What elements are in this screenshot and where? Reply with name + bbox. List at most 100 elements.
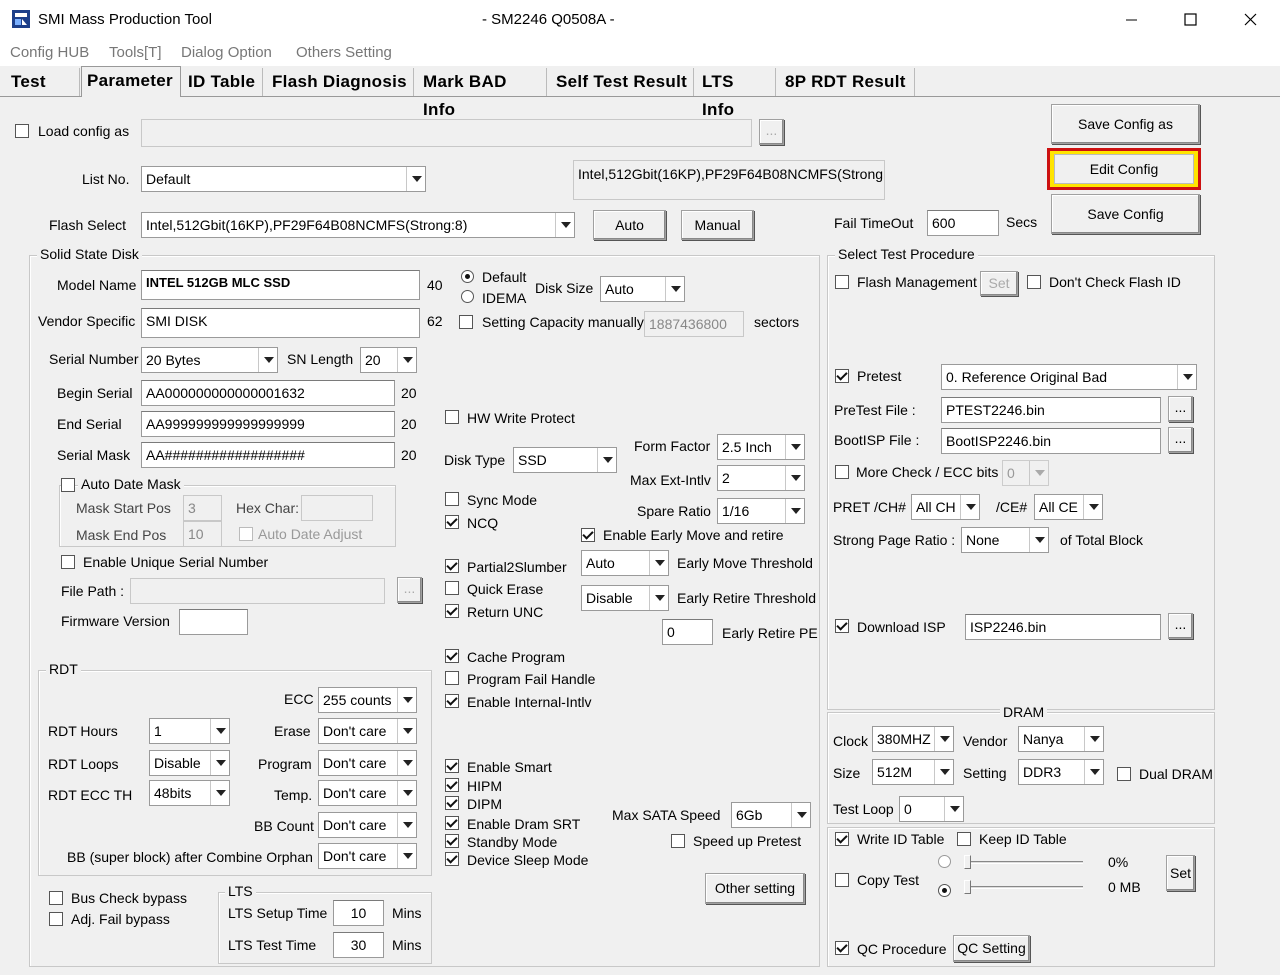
unique-serial-checkbox[interactable] bbox=[61, 555, 75, 569]
setting-capacity-checkbox[interactable] bbox=[459, 315, 473, 329]
tab-parameter[interactable]: Parameter bbox=[81, 66, 181, 97]
mask-end-pos-input[interactable]: 10 bbox=[183, 521, 222, 547]
quick-erase-checkbox[interactable] bbox=[445, 581, 459, 595]
strong-page-ratio-select[interactable]: None bbox=[961, 527, 1049, 553]
standby-mode-checkbox[interactable] bbox=[445, 834, 459, 848]
firmware-version-input[interactable] bbox=[179, 609, 248, 635]
form-factor-select[interactable]: 2.5 Inch bbox=[717, 434, 805, 460]
internal-intlv-checkbox[interactable] bbox=[445, 694, 459, 708]
end-serial-input[interactable]: AA999999999999999999 bbox=[141, 411, 395, 437]
load-config-browse-button[interactable]: ... bbox=[759, 119, 784, 145]
list-no-select[interactable]: Default bbox=[141, 166, 426, 192]
model-name-input[interactable]: INTEL 512GB MLC SSD bbox=[141, 270, 420, 300]
isp-file-browse-button[interactable]: ... bbox=[1168, 613, 1193, 639]
bb-super-block-select[interactable]: Don't care bbox=[318, 843, 417, 869]
begin-serial-input[interactable]: AA000000000000001632 bbox=[141, 380, 395, 406]
fail-timeout-input[interactable]: 600 bbox=[927, 210, 999, 236]
auto-date-adjust-checkbox[interactable] bbox=[239, 527, 253, 541]
disk-size-select[interactable]: Auto bbox=[600, 276, 685, 302]
sync-mode-checkbox[interactable] bbox=[445, 492, 459, 506]
load-config-input[interactable] bbox=[141, 119, 752, 147]
percent-slider-thumb[interactable] bbox=[964, 855, 971, 869]
bootisp-file-browse-button[interactable]: ... bbox=[1168, 427, 1193, 453]
ecc-select[interactable]: 255 counts bbox=[318, 687, 417, 713]
temp-select[interactable]: Don't care bbox=[318, 780, 417, 806]
dont-check-flash-id-checkbox[interactable] bbox=[1027, 275, 1041, 289]
device-sleep-mode-checkbox[interactable] bbox=[445, 852, 459, 866]
idema-radio[interactable] bbox=[461, 290, 474, 303]
early-move-threshold-select[interactable]: Auto bbox=[581, 550, 669, 576]
copy-test-checkbox[interactable] bbox=[835, 873, 849, 887]
lts-setup-time-input[interactable]: 10 bbox=[333, 900, 384, 926]
pretest-checkbox[interactable] bbox=[835, 369, 849, 383]
early-retire-threshold-select[interactable]: Disable bbox=[581, 585, 669, 611]
manual-button[interactable]: Manual bbox=[681, 210, 754, 240]
program-fail-handle-checkbox[interactable] bbox=[445, 671, 459, 685]
auto-button[interactable]: Auto bbox=[593, 210, 666, 240]
flash-select[interactable]: Intel,512Gbit(16KP),PF29F64B08NCMFS(Stro… bbox=[141, 212, 575, 238]
more-check-checkbox[interactable] bbox=[835, 465, 849, 479]
bootisp-file-input[interactable]: BootISP2246.bin bbox=[941, 428, 1161, 454]
disk-type-select[interactable]: SSD bbox=[513, 447, 617, 473]
adj-fail-bypass-checkbox[interactable] bbox=[49, 912, 63, 926]
setting-select[interactable]: DDR3 bbox=[1018, 759, 1104, 785]
menu-config-hub[interactable]: Config HUB bbox=[10, 44, 89, 61]
speed-up-pretest-checkbox[interactable] bbox=[671, 834, 685, 848]
write-id-table-checkbox[interactable] bbox=[835, 832, 849, 846]
auto-date-mask-checkbox[interactable] bbox=[61, 478, 75, 492]
bb-count-select[interactable]: Don't care bbox=[318, 812, 417, 838]
clock-select[interactable]: 380MHZ bbox=[872, 726, 954, 752]
menu-others-setting[interactable]: Others Setting bbox=[296, 44, 392, 61]
max-sata-speed-select[interactable]: 6Gb bbox=[731, 802, 811, 828]
capacity-input[interactable]: 1887436800 bbox=[644, 311, 744, 337]
menu-dialog-option[interactable]: Dialog Option bbox=[181, 44, 272, 61]
enable-smart-checkbox[interactable] bbox=[445, 759, 459, 773]
tab-id-table[interactable]: ID Table bbox=[183, 68, 263, 96]
file-path-input[interactable] bbox=[130, 578, 385, 604]
flash-management-set-button[interactable]: Set bbox=[980, 271, 1018, 296]
copy-test-radio-percent[interactable] bbox=[938, 855, 951, 868]
close-button[interactable] bbox=[1236, 8, 1266, 32]
save-config-as-button[interactable]: Save Config as bbox=[1051, 104, 1200, 144]
vendor-select[interactable]: Nanya bbox=[1018, 726, 1104, 752]
return-unc-checkbox[interactable] bbox=[445, 604, 459, 618]
spare-ratio-select[interactable]: 1/16 bbox=[717, 498, 805, 524]
download-isp-checkbox[interactable] bbox=[835, 619, 849, 633]
early-move-retire-checkbox[interactable] bbox=[581, 528, 595, 542]
test-loop-select[interactable]: 0 bbox=[899, 796, 964, 822]
tab-test[interactable]: Test bbox=[6, 68, 80, 96]
mb-slider-thumb[interactable] bbox=[964, 880, 971, 894]
menu-tools[interactable]: Tools[T] bbox=[109, 44, 162, 61]
tab-flash-diagnosis[interactable]: Flash Diagnosis bbox=[267, 68, 414, 96]
other-setting-button[interactable]: Other setting bbox=[705, 873, 805, 904]
hipm-checkbox[interactable] bbox=[445, 778, 459, 792]
more-check-select[interactable]: 0 bbox=[1002, 460, 1049, 486]
rdt-ecc-th-select[interactable]: 48bits bbox=[149, 780, 230, 806]
load-config-checkbox[interactable] bbox=[15, 124, 29, 138]
copy-test-radio-mb[interactable] bbox=[938, 884, 951, 897]
ncq-checkbox[interactable] bbox=[445, 515, 459, 529]
mask-start-pos-input[interactable]: 3 bbox=[183, 495, 222, 521]
cache-program-checkbox[interactable] bbox=[445, 649, 459, 663]
save-config-button[interactable]: Save Config bbox=[1051, 194, 1200, 234]
pret-ch-select[interactable]: All CH bbox=[911, 494, 980, 520]
dipm-checkbox[interactable] bbox=[445, 796, 459, 810]
ce-select[interactable]: All CE bbox=[1034, 494, 1103, 520]
pretest-select[interactable]: 0. Reference Original Bad bbox=[941, 364, 1197, 390]
maximize-button[interactable] bbox=[1176, 8, 1206, 32]
enable-dram-srt-checkbox[interactable] bbox=[445, 816, 459, 830]
file-path-browse-button[interactable]: ... bbox=[397, 577, 422, 603]
pretest-file-browse-button[interactable]: ... bbox=[1168, 396, 1193, 422]
copy-test-set-button[interactable]: Set bbox=[1166, 855, 1195, 891]
rdt-hours-select[interactable]: 1 bbox=[149, 718, 230, 744]
early-retire-pe-input[interactable]: 0 bbox=[662, 619, 713, 645]
vendor-specific-input[interactable]: SMI DISK bbox=[141, 308, 420, 338]
partial2slumber-checkbox[interactable] bbox=[445, 559, 459, 573]
keep-id-table-checkbox[interactable] bbox=[957, 832, 971, 846]
sn-length-select[interactable]: 20 bbox=[360, 347, 417, 373]
tab-8p-rdt-result[interactable]: 8P RDT Result bbox=[780, 68, 915, 96]
edit-config-button[interactable]: Edit Config bbox=[1054, 154, 1194, 184]
lts-test-time-input[interactable]: 30 bbox=[333, 932, 384, 958]
serial-mask-input[interactable]: AA################## bbox=[141, 442, 395, 468]
erase-select[interactable]: Don't care bbox=[318, 718, 417, 744]
